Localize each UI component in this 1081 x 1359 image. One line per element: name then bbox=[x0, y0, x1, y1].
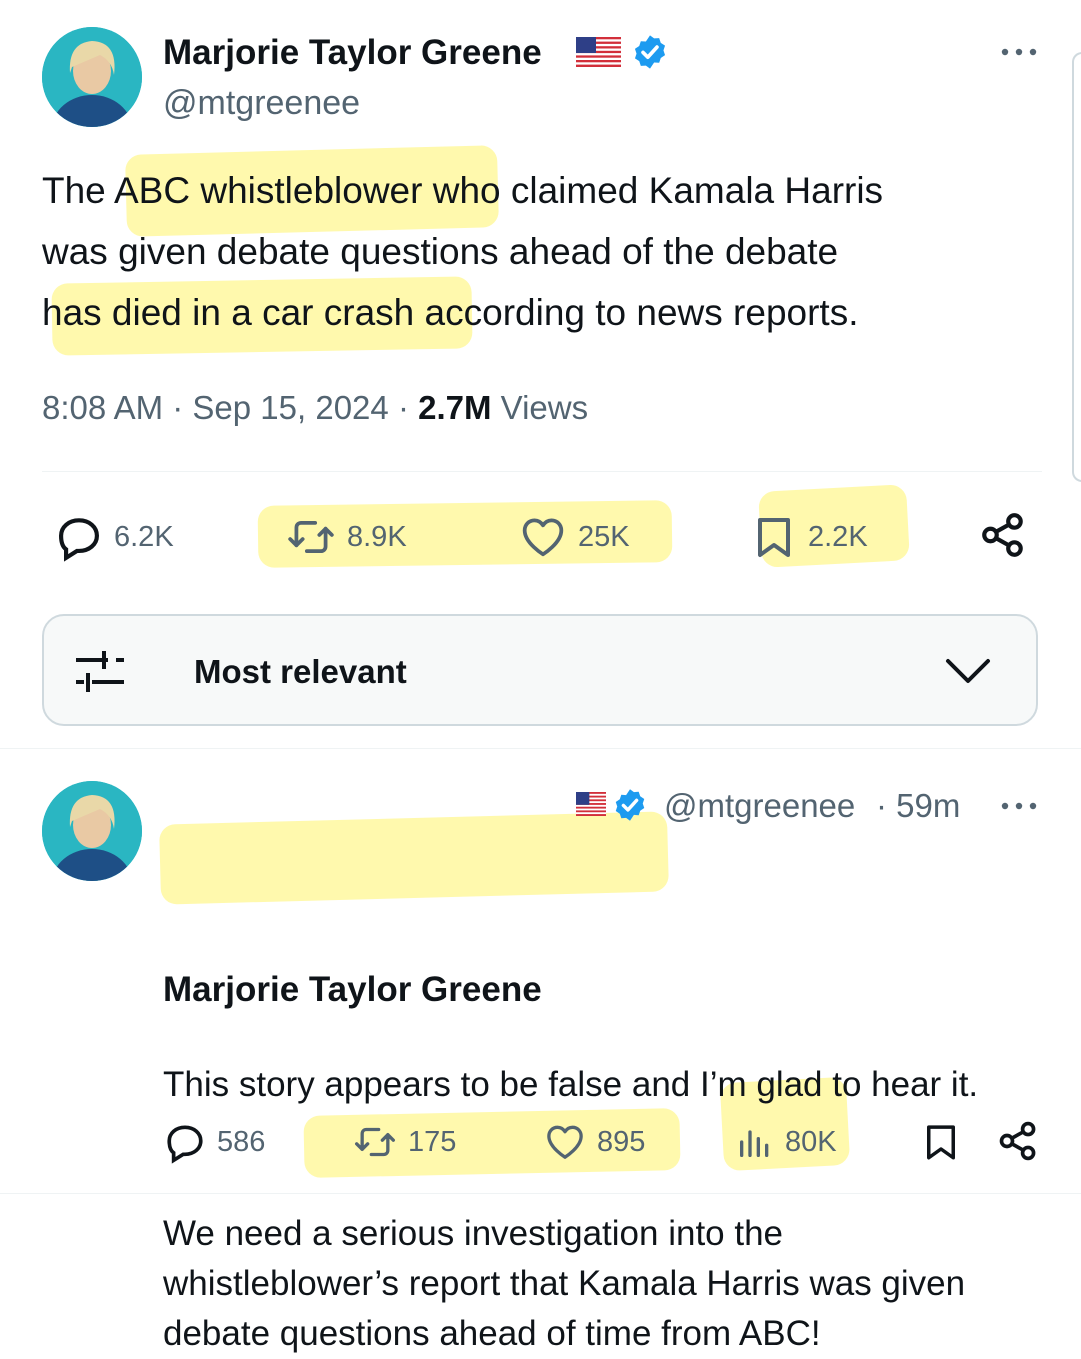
reply-bookmark-button[interactable] bbox=[920, 1120, 962, 1164]
tweet-date[interactable]: Sep 15, 2024 bbox=[192, 389, 388, 426]
reply-reply-count: 586 bbox=[217, 1125, 266, 1158]
reply-views-count: 80K bbox=[785, 1125, 837, 1158]
tweet-body: The ABC whistleblower who claimed Kamala… bbox=[42, 160, 1052, 343]
scrollbar[interactable] bbox=[1072, 52, 1081, 482]
reply-author-handle[interactable]: @mtgreenee bbox=[664, 787, 876, 825]
bookmark-button[interactable]: 2.2K bbox=[750, 512, 868, 562]
reply-count: 6.2K bbox=[114, 520, 174, 553]
highlight-mark bbox=[159, 811, 669, 905]
us-flag-icon bbox=[576, 792, 606, 816]
reply-line: We need a serious investigation into the bbox=[163, 1214, 784, 1253]
reply-button[interactable]: 6.2K bbox=[54, 512, 174, 562]
author-name[interactable]: Marjorie Taylor Greene bbox=[163, 33, 542, 73]
chevron-down-icon bbox=[944, 656, 992, 686]
reply-author-name[interactable]: Marjorie Taylor Greene bbox=[163, 970, 1081, 1010]
tweet-line: has died in a car crash according to new… bbox=[42, 292, 859, 333]
bookmark-count: 2.2K bbox=[808, 520, 868, 553]
reply-reply-button[interactable]: 586 bbox=[163, 1120, 265, 1164]
reply-like-count: 895 bbox=[597, 1125, 646, 1158]
reply-line: whistleblower’s report that Kamala Harri… bbox=[163, 1264, 966, 1303]
author-avatar[interactable] bbox=[42, 27, 142, 127]
divider bbox=[0, 1193, 1081, 1194]
reply-line: debate questions ahead of time from ABC! bbox=[163, 1314, 821, 1353]
repost-icon bbox=[355, 1127, 395, 1157]
views-label: Views bbox=[500, 389, 589, 426]
us-flag-icon bbox=[576, 37, 621, 67]
tweet-line: was given debate questions ahead of the … bbox=[42, 231, 839, 272]
more-dots-icon[interactable] bbox=[1000, 42, 1038, 62]
reply-share-button[interactable] bbox=[996, 1119, 1040, 1163]
reply-author-avatar[interactable] bbox=[42, 781, 142, 881]
filter-icon bbox=[74, 648, 126, 694]
bookmark-icon bbox=[927, 1125, 955, 1160]
share-button[interactable] bbox=[978, 510, 1028, 560]
share-icon bbox=[999, 1121, 1036, 1161]
repost-count: 8.9K bbox=[347, 520, 407, 553]
divider bbox=[42, 471, 1042, 472]
heart-icon bbox=[547, 1125, 583, 1159]
reply-time[interactable]: · 59m bbox=[876, 787, 960, 825]
reply-body-paragraph: We need a serious investigation into the… bbox=[163, 1209, 1063, 1359]
sort-dropdown[interactable]: Most relevant bbox=[42, 614, 1038, 726]
author-handle[interactable]: @mtgreenee bbox=[163, 84, 360, 123]
more-dots-icon[interactable] bbox=[1000, 796, 1038, 816]
views-count: 2.7M bbox=[418, 389, 492, 426]
tweet-time[interactable]: 8:08 AM bbox=[42, 389, 163, 426]
views-chart-icon bbox=[740, 1130, 769, 1157]
repost-icon bbox=[288, 520, 334, 554]
reply-body-line1: This story appears to be false and I’m g… bbox=[163, 1065, 979, 1104]
tweet-meta: 8:08 AM · Sep 15, 2024 · 2.7M Views bbox=[42, 389, 589, 426]
reply-repost-count: 175 bbox=[408, 1125, 457, 1158]
verified-badge-icon[interactable] bbox=[631, 33, 669, 71]
reply-like-button[interactable]: 895 bbox=[543, 1120, 645, 1164]
like-count: 25K bbox=[578, 520, 630, 553]
divider bbox=[0, 748, 1081, 749]
verified-badge-icon[interactable] bbox=[612, 787, 648, 823]
reply-icon bbox=[167, 1125, 203, 1164]
reply-repost-button[interactable]: 175 bbox=[352, 1120, 456, 1164]
reply-icon bbox=[58, 518, 100, 562]
like-button[interactable]: 25K bbox=[518, 512, 630, 562]
sort-label: Most relevant bbox=[194, 653, 407, 690]
heart-icon bbox=[522, 518, 564, 557]
reply-views-button[interactable]: 80K bbox=[735, 1120, 837, 1164]
bookmark-icon bbox=[758, 518, 790, 557]
tweet-line: The ABC whistleblower who claimed Kamala… bbox=[42, 170, 884, 211]
share-icon bbox=[982, 513, 1023, 557]
repost-button[interactable]: 8.9K bbox=[285, 512, 407, 562]
